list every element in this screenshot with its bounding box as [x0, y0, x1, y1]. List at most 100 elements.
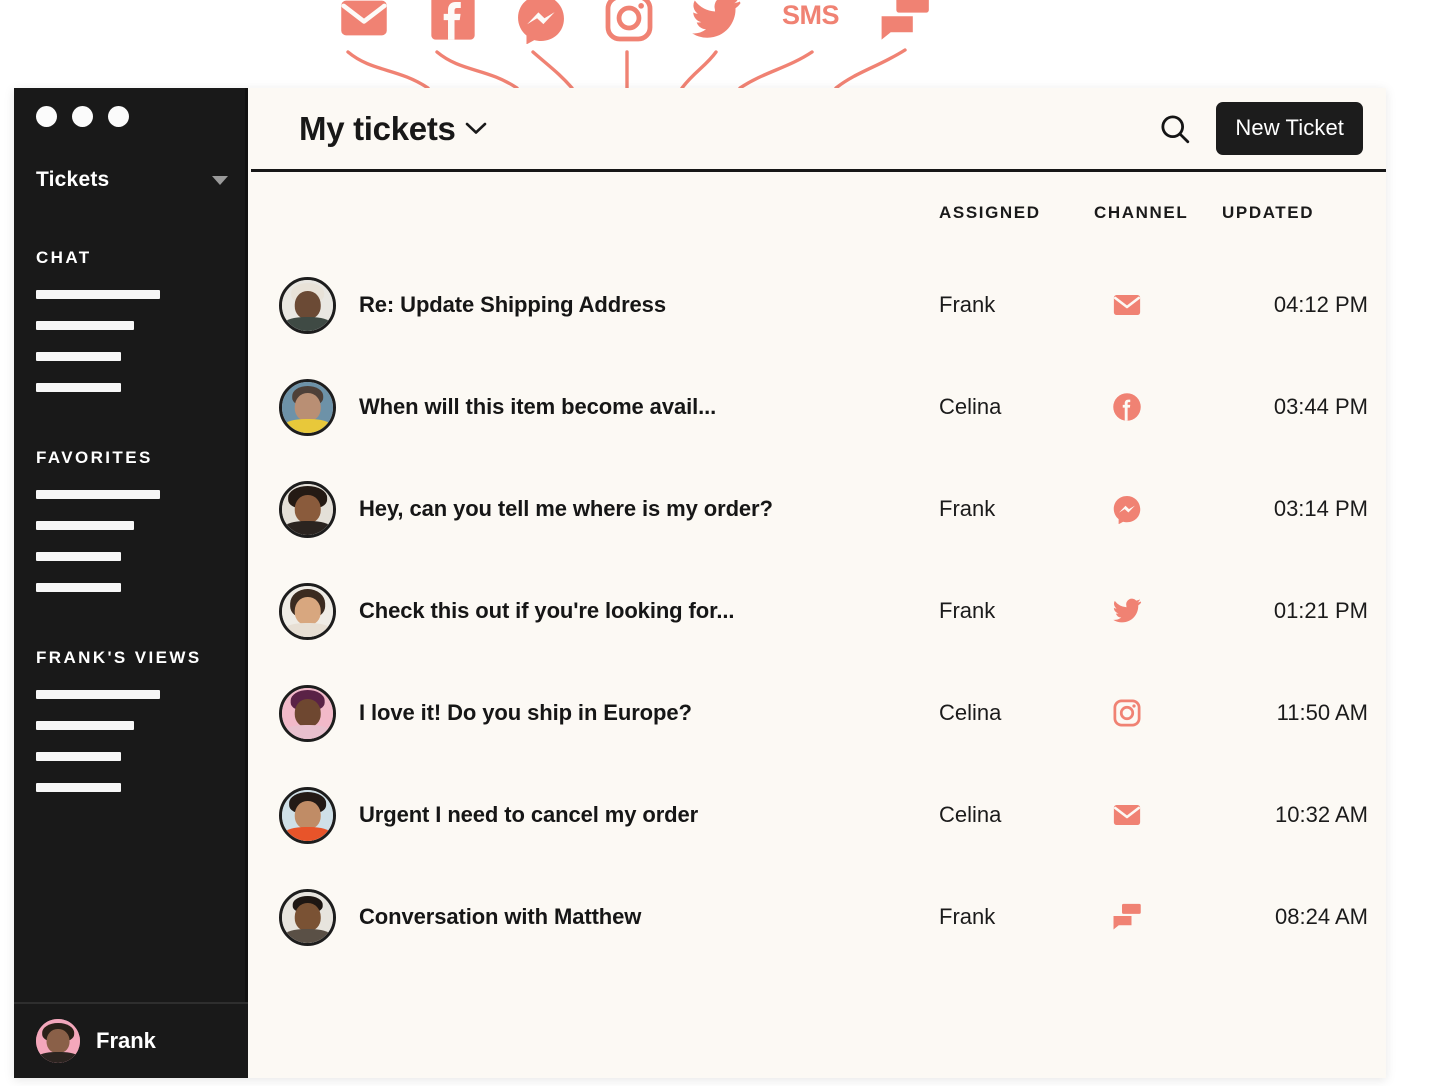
page-title: My tickets [299, 109, 456, 147]
ticket-subject-cell[interactable]: When will this item become avail... [251, 378, 939, 436]
column-header-channel: CHANNEL [1094, 203, 1189, 222]
ticket-subject-cell[interactable]: Conversation with Matthew [251, 888, 939, 946]
ticket-assignee: Celina [939, 700, 1002, 725]
email-icon [1112, 290, 1142, 320]
ticket-subject: Conversation with Matthew [359, 904, 642, 929]
ticket-updated: 03:44 PM [1273, 394, 1368, 419]
ticket-subject: I love it! Do you ship in Europe? [359, 700, 692, 725]
ticket-updated: 03:14 PM [1273, 496, 1368, 521]
avatar [279, 582, 336, 640]
ticket-subject-cell[interactable]: Re: Update Shipping Address [251, 276, 939, 334]
sidebar-item-placeholder[interactable] [36, 352, 121, 361]
table-row[interactable]: I love it! Do you ship in Europe? Celina… [251, 662, 1386, 764]
ticket-channel [1094, 392, 1222, 422]
column-header-assigned: ASSIGNED [939, 203, 1041, 222]
ticket-channel [1094, 698, 1222, 728]
ticket-assignee: Frank [939, 496, 996, 521]
instagram-icon [603, 0, 655, 44]
ticket-channel [1094, 800, 1222, 830]
sidebar-item-placeholder[interactable] [36, 321, 134, 330]
ticket-subject: When will this item become avail... [359, 394, 717, 419]
sidebar-item-placeholder[interactable] [36, 490, 160, 499]
table-row[interactable]: When will this item become avail... Celi… [251, 356, 1386, 458]
ticket-subject-cell[interactable]: Check this out if you're looking for... [251, 582, 939, 640]
ticket-assignee: Celina [939, 394, 1002, 419]
sidebar-section-title: FAVORITES [36, 448, 153, 467]
tickets-table: ASSIGNED CHANNEL UPDATED Re: Update Ship… [251, 172, 1386, 968]
email-icon [1112, 800, 1142, 830]
avatar [279, 378, 336, 436]
sidebar-item-placeholder[interactable] [36, 752, 121, 761]
sidebar-item-placeholder[interactable] [36, 383, 121, 392]
window-traffic-lights[interactable] [36, 106, 129, 127]
ticket-subject-cell[interactable]: Urgent I need to cancel my order [251, 786, 939, 844]
chat-icon [1112, 902, 1142, 932]
table-header-row: ASSIGNED CHANNEL UPDATED [251, 172, 1386, 254]
table-row[interactable]: Conversation with Matthew Frank 08:24 AM [251, 866, 1386, 968]
search-icon[interactable] [1158, 112, 1192, 146]
ticket-assignee: Frank [939, 598, 996, 623]
sidebar-user-name: Frank [96, 1028, 156, 1053]
user-avatar-frank [36, 1019, 80, 1063]
messenger-icon [515, 0, 567, 44]
table-row[interactable]: Check this out if you're looking for... … [251, 560, 1386, 662]
close-button[interactable] [36, 106, 57, 127]
sidebar-section-title: FRANK'S VIEWS [36, 648, 202, 667]
maximize-button[interactable] [108, 106, 129, 127]
sidebar-section-title: CHAT [36, 248, 92, 267]
ticket-subject: Re: Update Shipping Address [359, 292, 666, 317]
screenshot-root: SMS Tickets CHAT FAVORITES FRANK'S VIEWS… [0, 0, 1448, 1086]
column-header-updated: UPDATED [1222, 203, 1315, 222]
sidebar-item-placeholder[interactable] [36, 583, 121, 592]
topbar: My tickets New Ticket [251, 88, 1386, 172]
sidebar-item-placeholder[interactable] [36, 721, 134, 730]
sidebar-item-placeholder[interactable] [36, 690, 160, 699]
sidebar-app-label: Tickets [36, 168, 110, 191]
sidebar: Tickets CHAT FAVORITES FRANK'S VIEWS Fra… [14, 88, 248, 1078]
twitter-icon [1112, 596, 1142, 626]
sidebar-item-placeholder[interactable] [36, 521, 134, 530]
instagram-icon [1112, 698, 1142, 728]
ticket-subject-cell[interactable]: I love it! Do you ship in Europe? [251, 684, 939, 742]
sidebar-section-franks-views: FRANK'S VIEWS [36, 648, 236, 814]
sidebar-item-placeholder[interactable] [36, 783, 121, 792]
ticket-subject: Urgent I need to cancel my order [359, 802, 699, 827]
sidebar-app-switcher[interactable]: Tickets [36, 166, 232, 194]
app-window: Tickets CHAT FAVORITES FRANK'S VIEWS Fra… [14, 88, 1386, 1078]
chevron-down-icon [212, 175, 228, 185]
minimize-button[interactable] [72, 106, 93, 127]
table-row[interactable]: Re: Update Shipping Address Frank 04:12 … [251, 254, 1386, 356]
ticket-subject: Check this out if you're looking for... [359, 598, 735, 623]
ticket-assignee: Frank [939, 292, 996, 317]
sidebar-section-favorites: FAVORITES [36, 448, 236, 614]
chevron-down-icon[interactable] [465, 122, 487, 135]
ticket-subject: Hey, can you tell me where is my order? [359, 496, 773, 521]
sidebar-section-chat: CHAT [36, 248, 236, 414]
ticket-updated: 11:50 AM [1276, 700, 1368, 725]
sidebar-user-strip[interactable]: Frank [14, 1002, 248, 1078]
avatar [279, 276, 336, 334]
twitter-icon [690, 0, 742, 44]
email-icon [338, 0, 390, 44]
sms-label: SMS [782, 0, 840, 30]
ticket-subject-cell[interactable]: Hey, can you tell me where is my order? [251, 480, 939, 538]
ticket-channel [1094, 290, 1222, 320]
ticket-updated: 10:32 AM [1275, 802, 1368, 827]
avatar [279, 684, 336, 742]
new-ticket-button[interactable]: New Ticket [1216, 102, 1363, 155]
avatar [279, 786, 336, 844]
ticket-updated: 04:12 PM [1273, 292, 1368, 317]
avatar [279, 888, 336, 946]
ticket-assignee: Frank [939, 904, 996, 929]
ticket-channel [1094, 596, 1222, 626]
sidebar-item-placeholder[interactable] [36, 552, 121, 561]
ticket-channel [1094, 494, 1222, 524]
sidebar-item-placeholder[interactable] [36, 290, 160, 299]
facebook-icon [1112, 392, 1142, 422]
table-row[interactable]: Hey, can you tell me where is my order? … [251, 458, 1386, 560]
messenger-icon [1112, 494, 1142, 524]
table-row[interactable]: Urgent I need to cancel my order Celina … [251, 764, 1386, 866]
avatar [279, 480, 336, 538]
ticket-channel [1094, 902, 1222, 932]
channel-icon-strip: SMS [0, 0, 1448, 88]
